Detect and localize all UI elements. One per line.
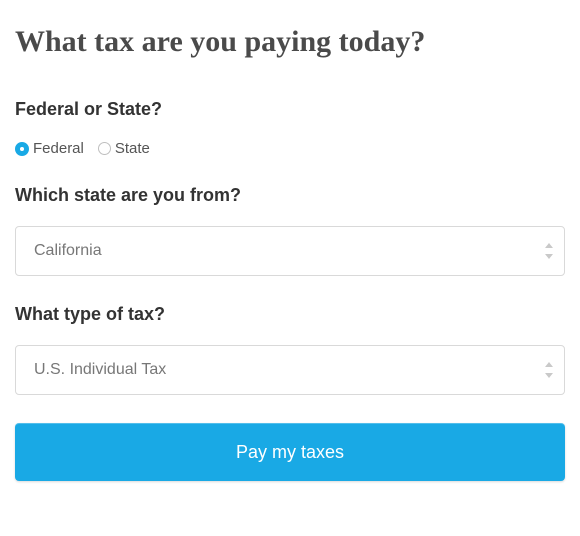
- radio-state-label: State: [115, 140, 150, 157]
- question-tax-type: What type of tax?: [15, 304, 565, 325]
- tax-type-select-value: U.S. Individual Tax: [34, 361, 166, 379]
- state-select[interactable]: California: [15, 226, 565, 276]
- caret-down-icon: [545, 373, 553, 378]
- radio-state[interactable]: State: [98, 140, 150, 157]
- select-arrows-icon: [545, 362, 553, 378]
- caret-up-icon: [545, 362, 553, 367]
- caret-down-icon: [545, 254, 553, 259]
- pay-button[interactable]: Pay my taxes: [15, 423, 565, 481]
- question-state: Which state are you from?: [15, 185, 565, 206]
- state-select-value: California: [34, 242, 102, 260]
- question-jurisdiction: Federal or State?: [15, 99, 565, 120]
- page-title: What tax are you paying today?: [15, 25, 565, 59]
- radio-federal[interactable]: Federal: [15, 140, 84, 157]
- radio-federal-label: Federal: [33, 140, 84, 157]
- select-arrows-icon: [545, 243, 553, 259]
- jurisdiction-radio-group: Federal State: [15, 140, 565, 157]
- radio-unselected-icon: [98, 142, 111, 155]
- caret-up-icon: [545, 243, 553, 248]
- radio-selected-icon: [15, 142, 29, 156]
- tax-type-select[interactable]: U.S. Individual Tax: [15, 345, 565, 395]
